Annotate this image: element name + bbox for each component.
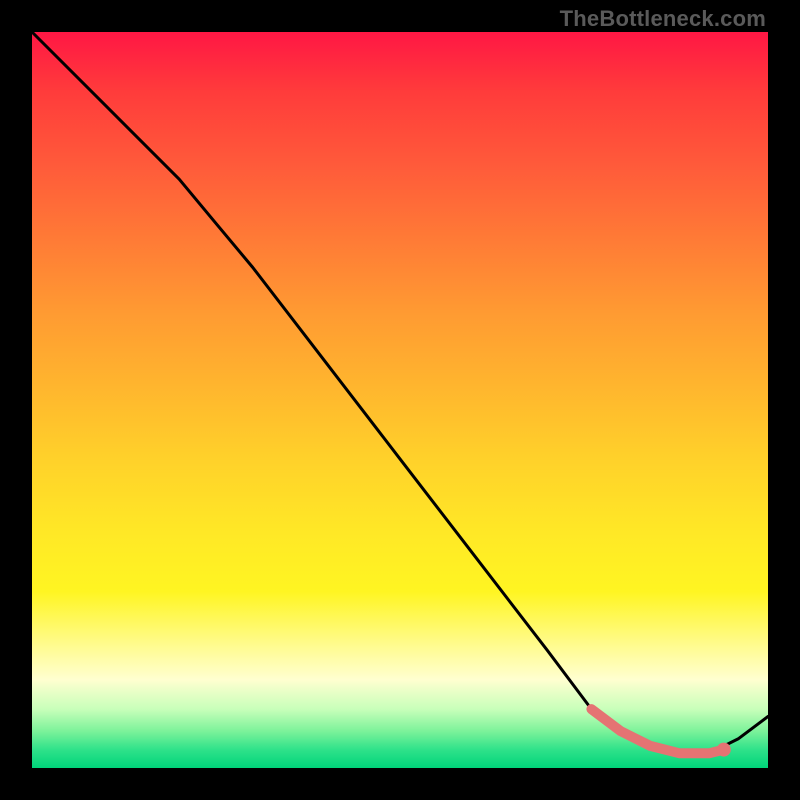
watermark-text: TheBottleneck.com <box>560 6 766 32</box>
chart-stage: TheBottleneck.com <box>0 0 800 800</box>
trough-highlight <box>591 709 723 753</box>
highlight-end-dot <box>717 743 731 757</box>
plot-area <box>32 32 768 768</box>
main-curve <box>32 32 768 753</box>
chart-svg <box>32 32 768 768</box>
